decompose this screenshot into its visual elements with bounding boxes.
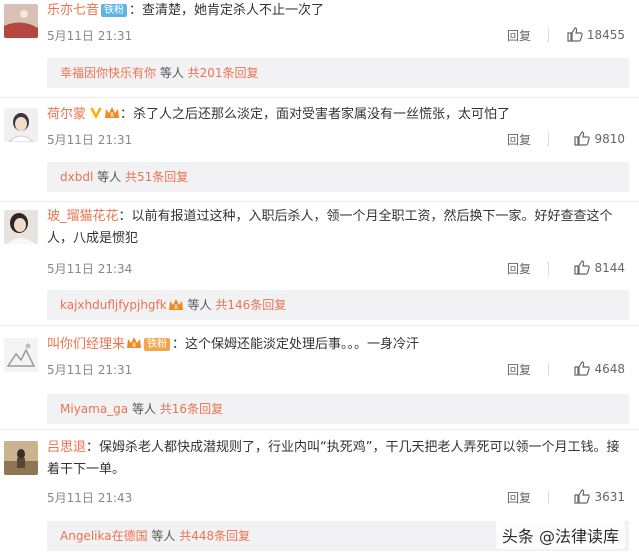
reply-count-link[interactable]: 共201条回复 xyxy=(188,66,259,80)
comment-meta: 5月11日 21:31 回复 4648 xyxy=(47,361,625,379)
like-count: 18455 xyxy=(586,27,625,42)
reply-thread-preview[interactable]: dxbdl 等人 共51条回复 xyxy=(47,162,629,192)
divider xyxy=(548,363,549,376)
comment-divider xyxy=(0,97,639,98)
reply-button[interactable]: 回复 xyxy=(507,361,531,378)
reply-count-link[interactable]: 共16条回复 xyxy=(160,402,223,416)
avatar[interactable] xyxy=(4,210,38,244)
member-crown-icon: 8 xyxy=(127,337,142,349)
reply-username[interactable]: kajxhdufljfypjhgfk xyxy=(60,298,167,312)
comment-text-line: 叫你们经理来 8 铁粉 ：这个保姆还能淡定处理后事。。。一身冷汗 xyxy=(47,334,625,356)
comment-text-line: 乐亦七音 铁粉 ：查清楚，她肯定杀人不止一次了 xyxy=(47,0,625,22)
avatar[interactable] xyxy=(4,108,38,142)
like-count: 4648 xyxy=(594,361,625,376)
comment-divider xyxy=(0,429,639,430)
reply-count-link[interactable]: 共448条回复 xyxy=(179,529,250,543)
comment-text-line: 吕思退：保姆杀老人都快成潜规则了，行业内叫“执死鸡”，干几天把老人弄死可以领一个… xyxy=(47,437,625,481)
reply-thread-preview[interactable]: 幸福因你快乐有你 等人 共201条回复 xyxy=(47,58,629,88)
reply-count-link[interactable]: 共51条回复 xyxy=(125,170,188,184)
divider xyxy=(548,262,549,275)
like-button[interactable]: 18455 xyxy=(567,27,625,42)
comment-meta: 5月11日 21:31 回复 18455 xyxy=(47,27,625,45)
reply-mid-text: 等人 xyxy=(128,402,160,416)
comment-text: ：保姆杀老人都快成潜规则了，行业内叫“执死鸡”，干几天把老人弄死可以领一个月工钱… xyxy=(47,440,620,477)
avatar[interactable] xyxy=(4,338,38,372)
comment-username[interactable]: 吕思退 xyxy=(47,440,86,455)
fan-badge: 铁粉 xyxy=(101,4,128,17)
like-count: 3631 xyxy=(594,489,625,504)
comment-text: ：杀了人之后还那么淡定，面对受害者家属没有一丝慌张，太可怕了 xyxy=(120,107,511,122)
divider xyxy=(548,133,549,146)
like-count: 8144 xyxy=(594,260,625,275)
avatar[interactable] xyxy=(4,441,38,475)
like-count: 9810 xyxy=(594,131,625,146)
reply-username[interactable]: Angelika在德国 xyxy=(60,529,148,543)
reply-mid-text: 等人 xyxy=(93,170,125,184)
svg-text:8: 8 xyxy=(174,304,178,311)
comment-time: 5月11日 21:31 xyxy=(47,29,133,43)
divider xyxy=(548,491,549,504)
thumbs-up-icon xyxy=(567,27,583,42)
comment-text-line: 荷尔蒙 8 ：杀了人之后还那么淡定，面对受害者家属没有一丝慌张，太可怕了 xyxy=(47,104,625,126)
reply-username[interactable]: 幸福因你快乐有你 xyxy=(60,66,156,80)
comment-meta: 5月11日 21:43 回复 3631 xyxy=(47,489,625,507)
comment-username[interactable]: 叫你们经理来 xyxy=(47,337,125,352)
reply-button[interactable]: 回复 xyxy=(507,131,531,148)
like-button[interactable]: 3631 xyxy=(574,489,625,504)
comment-time: 5月11日 21:31 xyxy=(47,363,133,377)
reply-button[interactable]: 回复 xyxy=(507,260,531,277)
comment-meta: 5月11日 21:34 回复 8144 xyxy=(47,260,625,278)
reply-mid-text: 等人 xyxy=(156,66,188,80)
vip-v-icon xyxy=(90,108,103,119)
comment-divider xyxy=(0,325,639,326)
comment-meta: 5月11日 21:31 回复 9810 xyxy=(47,131,625,149)
reply-button[interactable]: 回复 xyxy=(507,27,531,44)
comment-username[interactable]: 乐亦七音 xyxy=(47,3,99,18)
svg-text:8: 8 xyxy=(110,112,114,119)
reply-thread-preview[interactable]: kajxhdufljfypjhgfk 8 等人 共146条回复 xyxy=(47,290,629,320)
like-button[interactable]: 4648 xyxy=(574,361,625,376)
divider xyxy=(548,29,549,42)
thumbs-up-icon xyxy=(574,131,591,146)
member-crown-icon: 8 xyxy=(168,299,183,311)
thumbs-up-icon xyxy=(574,361,591,376)
comment-time: 5月11日 21:31 xyxy=(47,133,133,147)
thumbs-up-icon xyxy=(574,260,591,275)
comment-time: 5月11日 21:43 xyxy=(47,491,133,505)
reply-button[interactable]: 回复 xyxy=(507,489,531,506)
reply-username[interactable]: dxbdl xyxy=(60,170,93,184)
reply-count-link[interactable]: 共146条回复 xyxy=(215,298,286,312)
comment-username[interactable]: 玻_瑠猫花花 xyxy=(47,209,119,224)
comment-text-line: 玻_瑠猫花花：以前有报道过这种，入职后杀人，领一个月全职工资，然后换下一家。好好… xyxy=(47,206,625,250)
comment-divider xyxy=(0,201,639,202)
reply-username[interactable]: Miyama_ga xyxy=(60,402,128,416)
comment-text: ：这个保姆还能淡定处理后事。。。一身冷汗 xyxy=(172,337,420,352)
fan-badge: 铁粉 xyxy=(144,338,171,351)
svg-text:8: 8 xyxy=(132,342,136,349)
reply-mid-text: 等人 xyxy=(147,529,180,543)
thumbs-up-icon xyxy=(574,489,591,504)
source-watermark: 头条 @法律读库 xyxy=(495,521,625,549)
comment-time: 5月11日 21:34 xyxy=(47,262,133,276)
comment-text: ：查清楚，她肯定杀人不止一次了 xyxy=(129,3,325,18)
avatar[interactable] xyxy=(4,4,38,38)
member-crown-icon: 8 xyxy=(105,107,120,119)
like-button[interactable]: 8144 xyxy=(574,260,625,275)
comment-username[interactable]: 荷尔蒙 xyxy=(47,107,86,122)
reply-mid-text: 等人 xyxy=(183,298,216,312)
comment-text: ：以前有报道过这种，入职后杀人，领一个月全职工资，然后换下一家。好好查查这个人，… xyxy=(47,209,613,246)
reply-thread-preview[interactable]: Miyama_ga 等人 共16条回复 xyxy=(47,394,629,424)
like-button[interactable]: 9810 xyxy=(574,131,625,146)
